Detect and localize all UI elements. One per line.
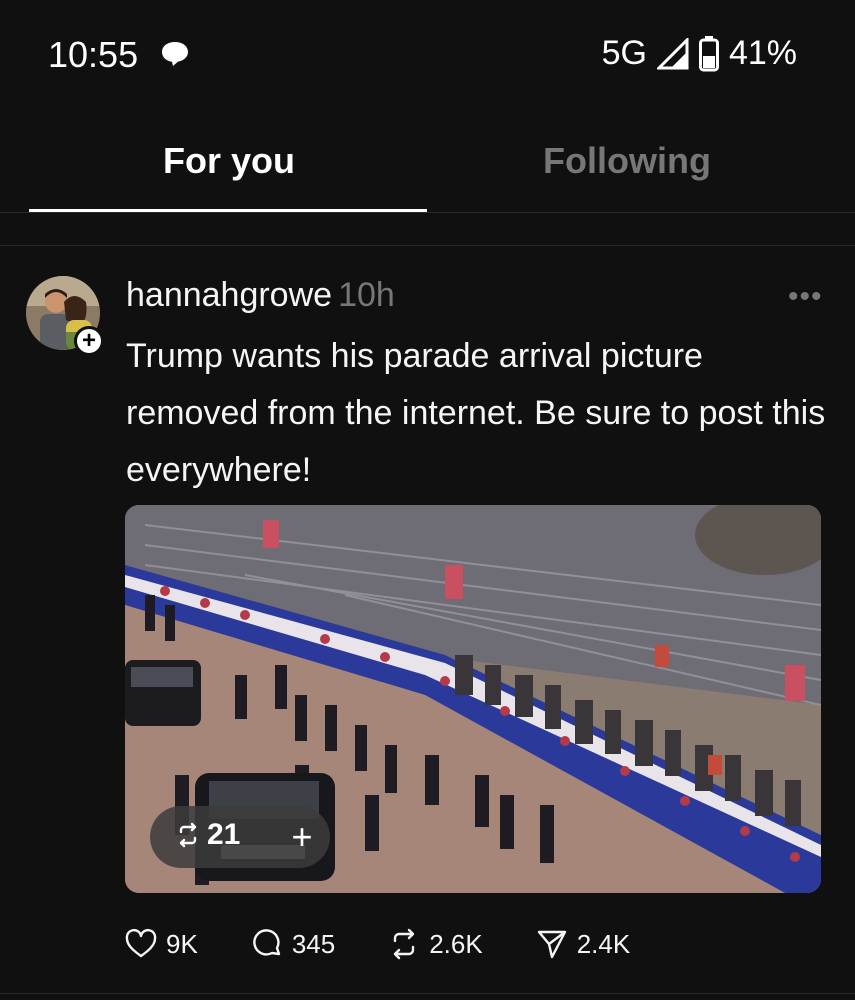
like-button[interactable]: 9K xyxy=(124,927,198,961)
post-divider xyxy=(0,993,855,994)
repost-count: 2.6K xyxy=(429,928,483,959)
repost-badge-count: 21 xyxy=(207,818,241,851)
status-right: 5G 41% xyxy=(602,34,797,73)
reply-button[interactable]: 345 xyxy=(250,927,335,961)
status-time: 10:55 xyxy=(48,34,139,75)
network-label: 5G xyxy=(601,34,647,72)
repost-badge-count-wrap: 21 xyxy=(175,818,240,852)
repost-button[interactable]: 2.6K xyxy=(387,927,483,961)
more-options-icon[interactable]: ••• xyxy=(788,280,823,314)
repost-small-icon xyxy=(179,822,197,848)
tabs-divider xyxy=(0,212,855,213)
chat-bubble-icon xyxy=(162,42,188,66)
tab-for-you[interactable]: For you xyxy=(29,140,429,182)
post-time: 10h xyxy=(338,276,395,314)
like-count: 9K xyxy=(166,928,198,959)
post-actions: 9K 345 2.6K 2.4K xyxy=(124,922,682,966)
status-bar: 10:55 5G 41% xyxy=(0,0,855,110)
repost-icon xyxy=(394,928,415,960)
battery-icon xyxy=(698,35,719,71)
section-divider xyxy=(0,245,855,246)
heart-icon xyxy=(125,928,157,958)
send-icon xyxy=(537,930,566,959)
post-header: hannahgrowe 10h xyxy=(126,276,395,315)
reply-count: 345 xyxy=(291,928,336,959)
username[interactable]: hannahgrowe xyxy=(126,276,332,314)
signal-icon xyxy=(656,37,689,69)
battery-percent: 41% xyxy=(728,34,797,72)
comment-icon xyxy=(253,929,281,956)
follow-plus-button[interactable]: + xyxy=(74,326,104,356)
post-text: Trump wants his parade arrival picture r… xyxy=(126,337,826,489)
share-count: 2.4K xyxy=(576,928,631,959)
tab-following[interactable]: Following xyxy=(427,140,827,182)
add-repost-plus-icon[interactable]: + xyxy=(272,806,332,868)
feed-tabs: For you Following xyxy=(0,130,855,215)
share-button[interactable]: 2.4K xyxy=(535,927,631,961)
